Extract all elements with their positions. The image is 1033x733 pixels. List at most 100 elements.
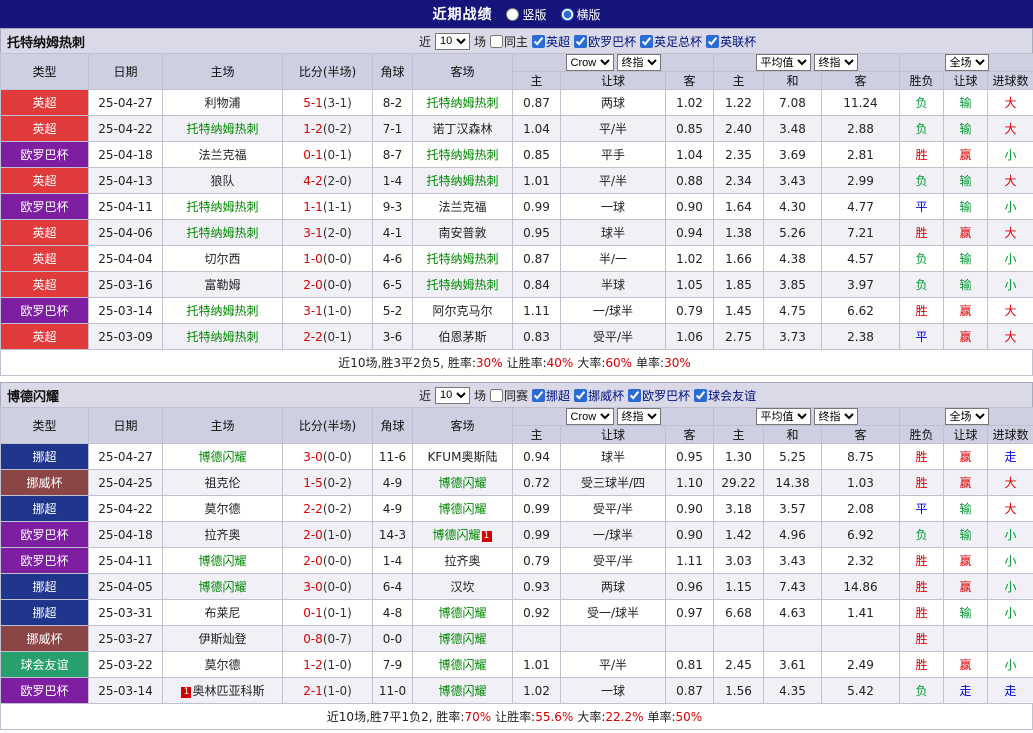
avg-away-odds-cell: 2.49 [820, 651, 901, 678]
handicap-home-odds-cell: 1.11 [512, 297, 561, 324]
handicap-line-cell: 平手 [560, 141, 666, 168]
result-handicap-cell: 输 [943, 245, 989, 272]
stat-value: 70% [464, 710, 492, 724]
handicap-line-cell: 半/一 [560, 245, 666, 272]
stat-label: 单率: [636, 356, 665, 370]
half-score: (2-0) [322, 173, 352, 188]
away-team-name: 南安普敦 [438, 226, 487, 240]
handicap-line-cell: 受平/半 [560, 495, 666, 522]
stat-label: 大率: [577, 710, 606, 724]
result-goals-cell [987, 625, 1033, 652]
league-checkbox[interactable] [574, 34, 588, 48]
league-checkbox[interactable] [532, 388, 546, 402]
league-filter[interactable]: 球会友谊 [694, 387, 756, 404]
vertical-radio[interactable] [506, 7, 520, 21]
league-checkbox[interactable] [706, 34, 720, 48]
same-venue-filter[interactable]: 同赛 [490, 387, 528, 404]
same-venue-filter[interactable]: 同主 [490, 33, 528, 50]
bookmaker-select[interactable]: Crow [565, 408, 614, 425]
home-team-cell: 博德闪耀 [162, 573, 283, 600]
away-team-cell: 诺丁汉森林 [412, 115, 513, 142]
full-score: 0-8 [303, 631, 323, 646]
league-filter[interactable]: 欧罗巴杯 [628, 387, 690, 404]
handicap-home-odds-cell: 0.99 [512, 495, 561, 522]
handicap-away-odds-cell: 1.10 [665, 469, 714, 496]
league-badge: 欧罗巴杯 [0, 193, 89, 220]
same-venue-label: 同赛 [504, 388, 529, 403]
score-cell: 2-2(0-2) [282, 495, 373, 522]
half-score: (0-0) [322, 579, 352, 594]
league-filter[interactable]: 欧罗巴杯 [574, 33, 636, 50]
handicap-stage-select[interactable]: 终指 [616, 54, 661, 71]
europe-stage-select[interactable]: 终指 [813, 54, 858, 71]
league-checkbox[interactable] [628, 388, 642, 402]
result-handicap-cell: 赢 [943, 323, 989, 350]
subcol-odds-home: 主 [713, 425, 764, 444]
league-filter[interactable]: 英超 [532, 33, 570, 50]
home-team-cell: 伊斯灿登 [162, 625, 283, 652]
scope-select[interactable]: 全场 [944, 54, 989, 71]
recent-count-select[interactable]: 10 [435, 386, 471, 404]
half-score: (0-1) [322, 147, 352, 162]
away-team-name: 博德闪耀 [438, 632, 487, 646]
result-wdl-cell: 负 [899, 115, 945, 142]
result-wdl-cell: 平 [899, 495, 945, 522]
handicap-away-odds-cell: 0.90 [665, 193, 714, 220]
date-cell: 25-03-14 [88, 297, 163, 324]
subcol-handicap-home: 主 [512, 425, 561, 444]
recent-count-select[interactable]: 10 [435, 32, 471, 50]
result-goals-cell: 小 [987, 193, 1033, 220]
league-filter[interactable]: 英联杯 [706, 33, 756, 50]
stat-label: 大率: [577, 356, 606, 370]
europe-stage-select[interactable]: 终指 [813, 408, 858, 425]
col-date: 日期 [88, 407, 163, 444]
date-cell: 25-03-22 [88, 651, 163, 678]
league-filter[interactable]: 英足总杯 [640, 33, 702, 50]
bookmaker-select[interactable]: Crow [565, 54, 614, 71]
league-checkbox[interactable] [532, 34, 546, 48]
result-handicap-cell: 输 [943, 115, 989, 142]
col-type: 类型 [0, 407, 89, 444]
handicap-away-odds-cell: 0.95 [665, 443, 714, 470]
avg-home-odds-cell [713, 625, 764, 652]
league-badge: 欧罗巴杯 [0, 521, 89, 548]
same-venue-checkbox[interactable] [490, 388, 504, 402]
away-team-name: 法兰克福 [438, 200, 487, 214]
league-badge: 欧罗巴杯 [0, 547, 89, 574]
avg-home-odds-cell: 2.34 [713, 167, 764, 194]
results-tbody-0: 英超 25-04-27 利物浦 5-1(3-1) 8-2 托特纳姆热刺 0.87 两球 1.02… [0, 89, 1033, 350]
league-filters-1: 挪超 挪威杯 欧罗巴杯 球会友谊 [532, 387, 756, 404]
subcol-odds-away: 客 [820, 425, 901, 444]
same-venue-checkbox[interactable] [490, 34, 504, 48]
layout-radio-vertical[interactable]: 竖版 [506, 6, 547, 23]
league-checkbox[interactable] [694, 388, 708, 402]
stat-label: 让胜率: [495, 710, 536, 724]
handicap-away-odds-cell: 0.85 [665, 115, 714, 142]
average-select[interactable]: 平均值 [755, 54, 811, 71]
league-checkbox[interactable] [574, 388, 588, 402]
league-filter[interactable]: 挪威杯 [574, 387, 624, 404]
result-goals-cell: 走 [987, 677, 1033, 704]
match-row: 挪威杯 25-04-25 祖克伦 1-5(0-2) 4-9 博德闪耀 0.72 受三球半/四 1… [0, 469, 1033, 496]
result-goals-cell: 大 [987, 469, 1033, 496]
layout-radio-horizontal[interactable]: 横版 [560, 6, 601, 23]
avg-away-odds-cell: 7.21 [820, 219, 901, 246]
average-select[interactable]: 平均值 [755, 408, 811, 425]
avg-draw-odds-cell: 5.26 [763, 219, 822, 246]
date-cell: 25-04-11 [88, 193, 163, 220]
scope-select[interactable]: 全场 [944, 408, 989, 425]
avg-away-odds-cell: 1.03 [820, 469, 901, 496]
avg-away-odds-cell: 4.57 [820, 245, 901, 272]
away-team-name: 托特纳姆热刺 [426, 148, 499, 162]
date-cell: 25-03-27 [88, 625, 163, 652]
full-score: 5-1 [303, 95, 323, 110]
handicap-away-odds-cell [665, 625, 714, 652]
horizontal-radio[interactable] [560, 7, 574, 21]
match-row: 英超 25-04-22 托特纳姆热刺 1-2(0-2) 7-1 诺丁汉森林 1.04 平/半 0… [0, 115, 1033, 142]
league-badge: 挪威杯 [0, 469, 89, 496]
league-checkbox[interactable] [640, 34, 654, 48]
result-handicap-cell: 输 [943, 495, 989, 522]
subcol-odds-home: 主 [713, 71, 764, 90]
handicap-stage-select[interactable]: 终指 [616, 408, 661, 425]
league-filter[interactable]: 挪超 [532, 387, 570, 404]
